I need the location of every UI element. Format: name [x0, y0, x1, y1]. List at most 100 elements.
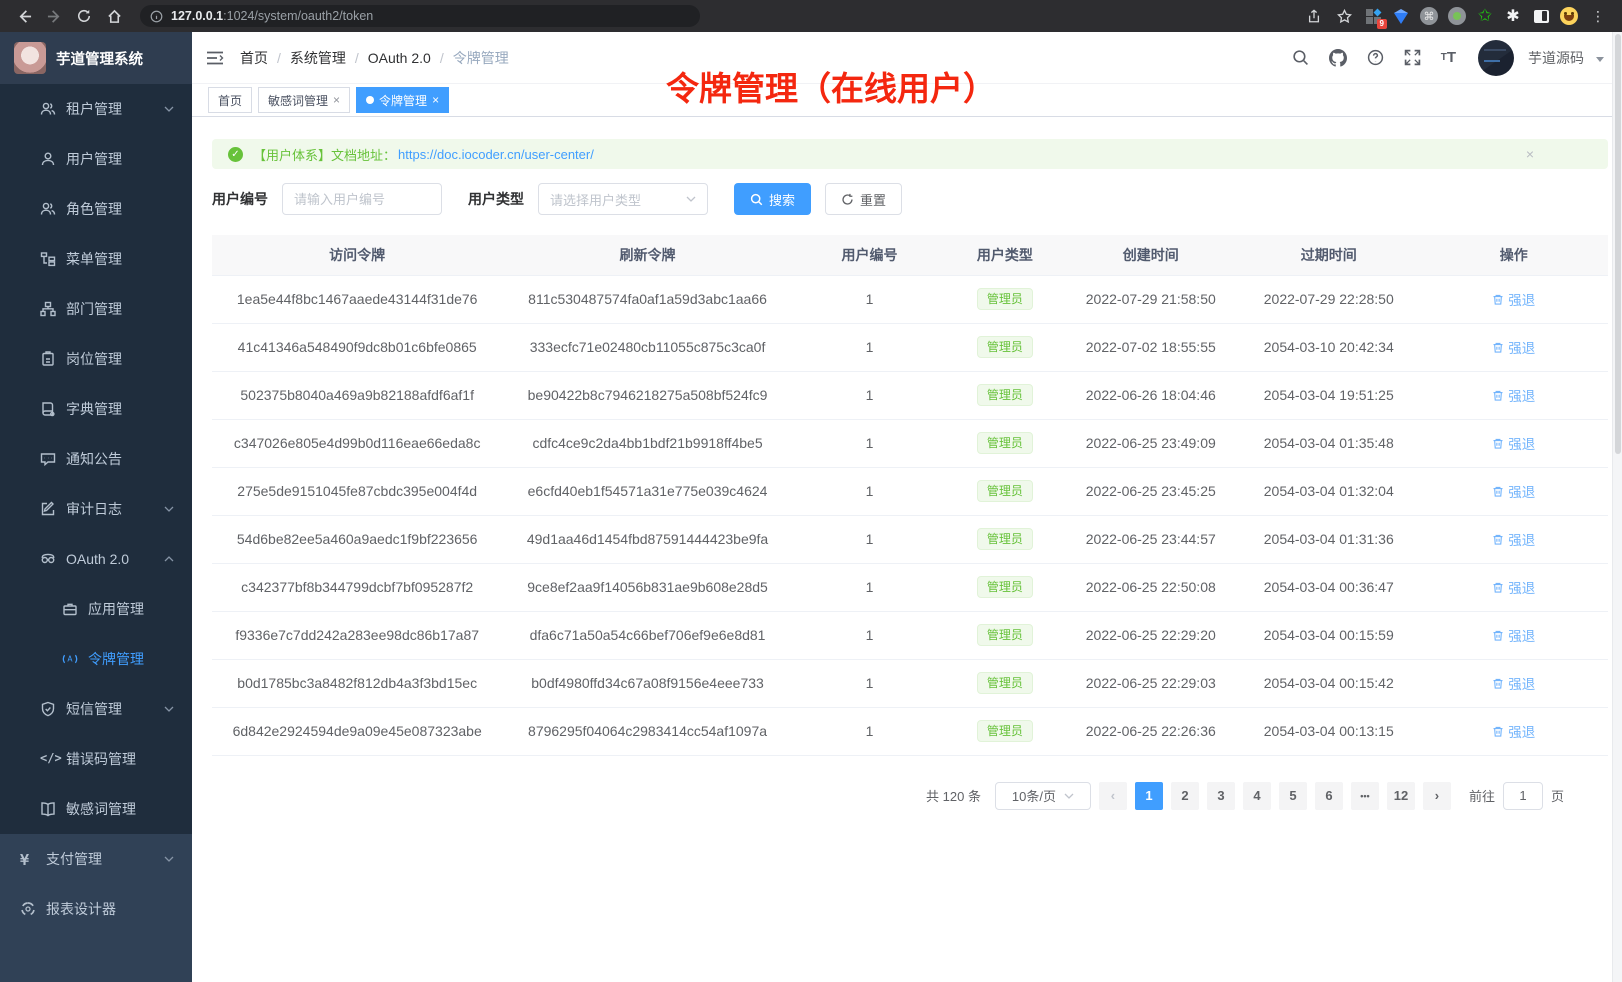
font-size-icon[interactable]: TT	[1441, 49, 1456, 66]
side-panel-icon[interactable]	[1530, 5, 1552, 27]
more-pages-button[interactable]: •••	[1351, 782, 1379, 810]
table-row: 54d6be82ee5a460a9aedc1f9bf223656 49d1aa4…	[212, 515, 1608, 563]
doc-link[interactable]: https://doc.iocoder.cn/user-center/	[398, 147, 594, 162]
force-logout-button[interactable]: 强退	[1492, 337, 1535, 357]
sidebar-item-post[interactable]: 岗位管理	[0, 334, 192, 384]
user-type-tag: 管理员	[977, 720, 1033, 742]
extension-record-icon[interactable]	[1446, 5, 1468, 27]
sidebar-item-report-designer[interactable]: 报表设计器	[0, 884, 192, 934]
fullscreen-icon[interactable]	[1404, 49, 1421, 66]
sidebar-item-pay[interactable]: ¥ 支付管理	[0, 834, 192, 884]
goto-page-input[interactable]	[1503, 782, 1543, 810]
profile-emoji-icon[interactable]	[1558, 5, 1580, 27]
pagination: 共 120 条 10条/页 ‹ 1 2 3 4 5 6 ••• 12 › 前往 …	[212, 782, 1608, 810]
force-logout-button[interactable]: 强退	[1492, 721, 1535, 741]
browser-forward-icon[interactable]	[42, 4, 66, 28]
user-type-tag: 管理员	[977, 432, 1033, 454]
page-button-5[interactable]: 5	[1279, 782, 1307, 810]
search-button[interactable]: 搜索	[734, 183, 811, 215]
force-logout-button[interactable]: 强退	[1492, 577, 1535, 597]
force-logout-button[interactable]: 强退	[1492, 481, 1535, 501]
sidebar-item-menu[interactable]: 菜单管理	[0, 234, 192, 284]
prev-page-button[interactable]: ‹	[1099, 782, 1127, 810]
force-logout-button[interactable]: 强退	[1492, 625, 1535, 645]
next-page-button[interactable]: ›	[1423, 782, 1451, 810]
code-icon: </>	[40, 751, 56, 767]
success-check-icon: ✓	[228, 147, 243, 162]
sidebar-root-menu: ¥ 支付管理 报表设计器	[0, 834, 192, 982]
page-button-6[interactable]: 6	[1315, 782, 1343, 810]
sidebar-item-dict[interactable]: 字典管理	[0, 384, 192, 434]
address-bar[interactable]: 127.0.0.1:1024/system/oauth2/token	[140, 5, 700, 27]
reset-button[interactable]: 重置	[825, 183, 902, 215]
sidebar-item-notice[interactable]: 通知公告	[0, 434, 192, 484]
breadcrumb-current: 令牌管理	[453, 48, 509, 68]
sidebar-item-user[interactable]: 用户管理	[0, 134, 192, 184]
sidebar-item-role[interactable]: 角色管理	[0, 184, 192, 234]
sidebar-item-dept[interactable]: 部门管理	[0, 284, 192, 334]
sidebar-item-audit-log[interactable]: 审计日志	[0, 484, 192, 534]
extension-command-icon[interactable]: ⌘	[1418, 5, 1440, 27]
chevron-down-icon	[164, 856, 174, 862]
close-icon[interactable]: ×	[432, 94, 439, 106]
hamburger-icon[interactable]	[206, 50, 224, 66]
roles-icon	[40, 201, 56, 217]
page-button-2[interactable]: 2	[1171, 782, 1199, 810]
avatar[interactable]	[1478, 40, 1514, 76]
sidebar-item-sensitive-word[interactable]: 敏感词管理	[0, 784, 192, 834]
page-button-12[interactable]: 12	[1387, 782, 1415, 810]
sidebar-item-errcode[interactable]: </> 错误码管理	[0, 734, 192, 784]
github-icon[interactable]	[1329, 49, 1347, 67]
browser-reload-icon[interactable]	[72, 4, 96, 28]
chevron-down-icon	[164, 106, 174, 112]
force-logout-button[interactable]: 强退	[1492, 289, 1535, 309]
page-scrollbar[interactable]	[1612, 32, 1622, 982]
close-icon[interactable]: ×	[333, 94, 340, 106]
sidebar-item-oauth2-token[interactable]: A 令牌管理	[0, 634, 192, 684]
chevron-up-icon	[164, 556, 174, 562]
breadcrumb-system[interactable]: 系统管理	[290, 48, 346, 68]
app-logo-row[interactable]: 芋道管理系统	[0, 32, 192, 84]
page-button-3[interactable]: 3	[1207, 782, 1235, 810]
sidebar-item-oauth2[interactable]: OAuth 2.0	[0, 534, 192, 584]
user-type-label: 用户类型	[468, 189, 524, 209]
open-book-icon	[40, 801, 56, 817]
bookmark-star-icon[interactable]	[1332, 4, 1356, 28]
help-icon[interactable]	[1367, 49, 1384, 66]
force-logout-button[interactable]: 强退	[1492, 529, 1535, 549]
extension-gem-icon[interactable]	[1390, 5, 1412, 27]
sidebar-item-tenant[interactable]: 租户管理	[0, 84, 192, 134]
force-logout-button[interactable]: 强退	[1492, 385, 1535, 405]
table-row: 275e5de9151045fe87cbdc395e004f4d e6cfd40…	[212, 467, 1608, 515]
tab-token[interactable]: 令牌管理 ×	[356, 87, 449, 113]
search-icon[interactable]	[1292, 49, 1309, 66]
extension-green-star-icon[interactable]: ✩	[1474, 5, 1496, 27]
site-info-icon[interactable]	[150, 10, 163, 23]
sidebar-item-sms[interactable]: 短信管理	[0, 684, 192, 734]
user-type-select[interactable]: 请选择用户类型	[538, 183, 708, 215]
extension-grid-icon[interactable]: 9	[1362, 5, 1384, 27]
sidebar-item-oauth2-app[interactable]: 应用管理	[0, 584, 192, 634]
breadcrumb-oauth2[interactable]: OAuth 2.0	[368, 50, 431, 66]
breadcrumb-home[interactable]: 首页	[240, 48, 268, 68]
page-button-1[interactable]: 1	[1135, 782, 1163, 810]
user-id-input[interactable]	[282, 183, 442, 215]
page-button-4[interactable]: 4	[1243, 782, 1271, 810]
browser-back-icon[interactable]	[12, 4, 36, 28]
scrollbar-thumb[interactable]	[1615, 34, 1621, 454]
alert-close-icon[interactable]: ×	[1526, 146, 1534, 162]
page-size-select[interactable]: 10条/页	[995, 782, 1091, 810]
user-type-tag: 管理员	[977, 480, 1033, 502]
tab-home[interactable]: 首页	[208, 87, 252, 113]
force-logout-button[interactable]: 强退	[1492, 673, 1535, 693]
browser-menu-icon[interactable]: ⋮	[1586, 4, 1610, 28]
sidebar-submenu: 租户管理 用户管理 角色管理 菜单管理 部门管理 岗位管理	[0, 84, 192, 834]
user-name[interactable]: 芋道源码	[1528, 48, 1584, 68]
user-type-tag: 管理员	[977, 384, 1033, 406]
browser-home-icon[interactable]	[102, 4, 126, 28]
tab-sensitive-word[interactable]: 敏感词管理 ×	[258, 87, 350, 113]
force-logout-button[interactable]: 强退	[1492, 433, 1535, 453]
caret-down-icon[interactable]	[1596, 57, 1604, 62]
extension-white-star-icon[interactable]: ✱	[1502, 5, 1524, 27]
share-icon[interactable]	[1302, 4, 1326, 28]
